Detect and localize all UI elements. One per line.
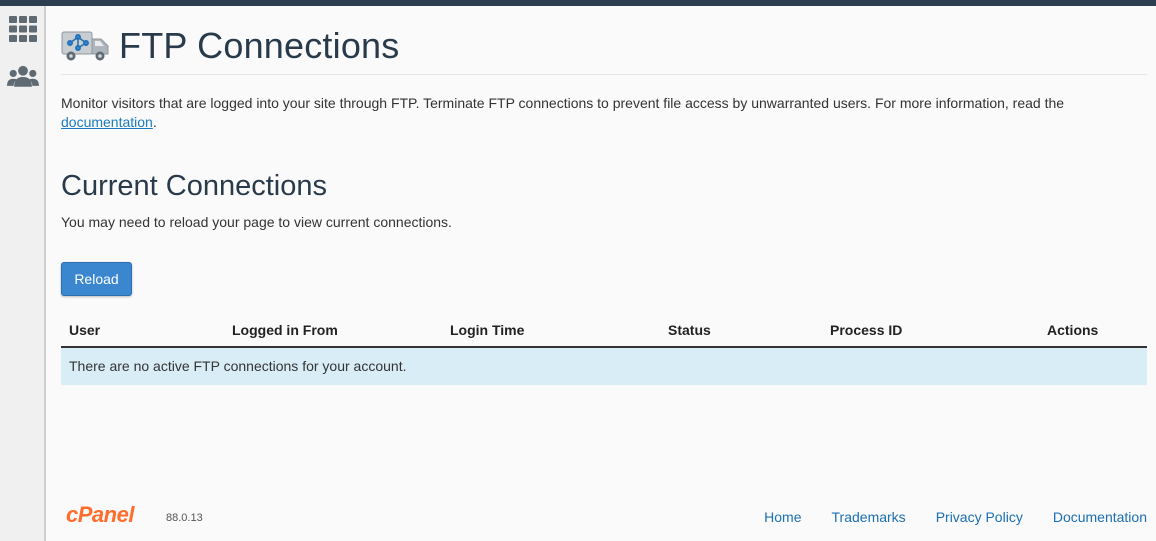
column-header-status[interactable]: Status [668,322,711,338]
column-header-logged-in-from[interactable]: Logged in From [232,322,338,338]
documentation-link[interactable]: documentation [61,114,153,130]
section-subtitle: You may need to reload your page to view… [61,214,452,230]
column-header-actions: Actions [1047,322,1099,338]
version-label: 88.0.13 [166,512,203,524]
page-header: FTP Connections [61,20,399,72]
connections-table: User Logged in From Login Time Status Pr… [61,314,1147,385]
ftp-truck-icon [61,26,111,66]
apps-grid-icon[interactable] [7,14,39,44]
reload-button[interactable]: Reload [61,262,132,296]
description-suffix: . [152,114,157,130]
table-header: User Logged in From Login Time Status Pr… [61,314,1147,348]
column-header-user[interactable]: User [69,322,100,338]
footer-link-documentation[interactable]: Documentation [1053,509,1147,525]
cpanel-logo[interactable]: cPanel [66,502,134,528]
page-title: FTP Connections [119,25,400,66]
column-header-login-time[interactable]: Login Time [450,322,524,338]
empty-table-message: There are no active FTP connections for … [61,348,1147,385]
footer-link-home[interactable]: Home [764,509,801,525]
top-bar [0,0,1156,6]
footer-links: Home Trademarks Privacy Policy Documenta… [764,509,1147,525]
page-description: Monitor visitors that are logged into yo… [61,94,1141,132]
column-header-process-id[interactable]: Process ID [830,322,902,338]
title-divider [61,74,1147,75]
description-text: Monitor visitors that are logged into yo… [61,95,1065,111]
footer-link-trademarks[interactable]: Trademarks [832,509,906,525]
section-title: Current Connections [61,170,327,202]
footer: cPanel 88.0.13 Home Trademarks Privacy P… [61,500,1147,532]
users-icon[interactable] [7,62,39,92]
sidebar [0,6,46,541]
footer-link-privacy-policy[interactable]: Privacy Policy [936,509,1023,525]
